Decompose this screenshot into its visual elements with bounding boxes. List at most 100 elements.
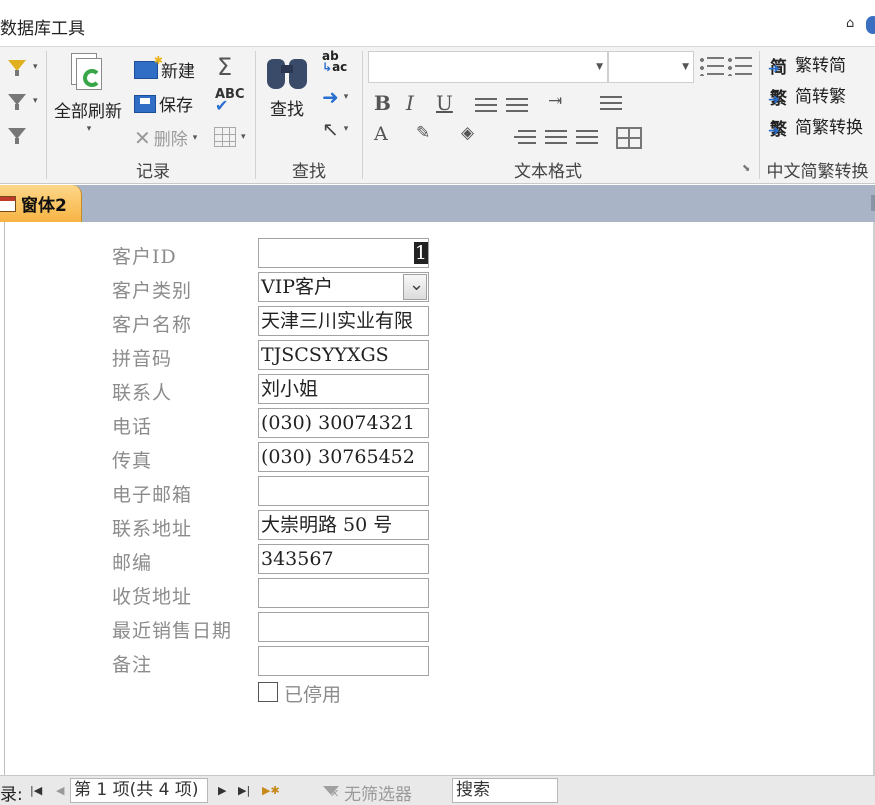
filter-button[interactable]: ▾ [6, 57, 38, 77]
text-direction-icon[interactable]: ⇥ [548, 91, 562, 111]
save-label: 保存 [159, 96, 193, 116]
last-record-icon[interactable]: ▶| [238, 784, 250, 797]
trad-to-simp-icon: 简 ➜ [768, 57, 787, 78]
label-postcode: 邮编 [112, 552, 153, 574]
delete-record-button[interactable]: ✕ 删除 ▾ [134, 125, 197, 151]
fill-color-icon[interactable]: ◈ [461, 123, 474, 143]
field-notes[interactable] [258, 646, 429, 676]
previous-record-icon[interactable]: ◀ [56, 784, 64, 797]
field-customer-id[interactable]: 1 [258, 238, 429, 268]
totals-button[interactable]: Σ [217, 53, 232, 81]
select-button[interactable]: ↖ ▾ [322, 117, 348, 141]
current-record-field[interactable]: 第 1 项(共 4 项) [70, 778, 208, 803]
refresh-icon [69, 53, 107, 95]
advanced-filter-button[interactable]: ▾ [6, 91, 38, 111]
background-color-icon[interactable] [600, 95, 622, 111]
next-record-icon[interactable]: ▶ [218, 784, 226, 797]
select-cursor-icon: ↖ [322, 117, 339, 141]
field-address[interactable]: 大崇明路 50 号 [258, 510, 429, 540]
refresh-all-button[interactable]: 全部刷新 ▾ [54, 53, 122, 134]
help-icon[interactable] [866, 16, 875, 34]
trad-to-simp-label: 繁转简 [795, 56, 846, 76]
field-customer-category[interactable]: VIP客户 [258, 272, 429, 302]
text-format-group-label: 文本格式 [514, 162, 582, 182]
document-tab-bar: 窗体2 [0, 185, 875, 222]
field-phone[interactable]: (030) 30074321 [258, 408, 429, 438]
field-customer-name[interactable]: 天津三川实业有限 [258, 306, 429, 336]
label-email: 电子邮箱 [112, 484, 193, 506]
spelling-button[interactable]: ABC ✔ [215, 87, 245, 115]
italic-button[interactable]: I [406, 91, 414, 115]
toggle-filter-button[interactable] [6, 125, 28, 145]
save-record-button[interactable]: 保存 [134, 91, 193, 116]
document-tab-title: 窗体2 [21, 196, 67, 216]
ribbon-tab-database-tools[interactable]: 数据库工具 [0, 14, 85, 39]
filter-funnel-icon [6, 57, 28, 77]
filter-status-label: 无筛选器 [344, 785, 412, 805]
delete-icon: ✕ [134, 125, 151, 150]
field-last-sale-date[interactable] [258, 612, 429, 642]
new-record-button[interactable]: 新建 [134, 54, 195, 82]
font-color-icon[interactable]: A [374, 123, 388, 145]
disabled-checkbox[interactable] [258, 682, 278, 702]
chevron-down-icon[interactable] [403, 273, 427, 300]
convert-icon: 繁 ➜ [768, 119, 787, 140]
align-center-icon[interactable] [545, 129, 567, 145]
underline-button[interactable]: U [436, 91, 453, 115]
dialog-launcher-icon[interactable]: ⬊ [742, 163, 750, 174]
numbered-list-icon[interactable] [728, 55, 752, 77]
search-input[interactable]: 搜索 [452, 778, 558, 803]
refresh-all-label: 全部刷新 [54, 102, 122, 122]
label-address: 联系地址 [112, 518, 193, 540]
field-pinyin-code[interactable]: TJSCSYYXGS [258, 340, 429, 370]
trad-to-simp-button[interactable]: 简 ➜ 繁转简 [768, 51, 846, 78]
label-fax: 传真 [112, 450, 153, 472]
new-record-label: 新建 [161, 62, 195, 82]
field-postcode[interactable]: 343567 [258, 544, 429, 574]
new-record-icon [134, 54, 163, 79]
font-name-combo[interactable]: ▼ [368, 51, 608, 83]
collapse-ribbon-icon[interactable]: ⌂ [846, 16, 854, 31]
form-icon [0, 195, 16, 212]
spelling-check-icon: ABC ✔ [215, 87, 245, 115]
advanced-filter-icon [6, 91, 28, 111]
first-record-icon[interactable]: |◀ [30, 784, 42, 797]
find-label: 查找 [270, 100, 304, 120]
goto-button[interactable]: ➜ ▾ [322, 85, 348, 109]
replace-button[interactable]: ab ↳ac [322, 50, 347, 73]
close-document-icon[interactable] [871, 195, 875, 211]
simp-to-trad-button[interactable]: 繁 ➜ 简转繁 [768, 82, 846, 109]
decrease-indent-icon[interactable] [475, 97, 497, 113]
font-size-combo[interactable]: ▼ [608, 51, 694, 83]
label-pinyin-code: 拼音码 [112, 348, 173, 370]
records-group-label: 记录 [136, 162, 170, 182]
customer-category-value: VIP客户 [261, 276, 334, 298]
simp-to-trad-label: 简转繁 [795, 87, 846, 107]
bullet-list-icon[interactable] [700, 55, 724, 77]
convert-button[interactable]: 繁 ➜ 简繁转换 [768, 113, 863, 140]
field-contact[interactable]: 刘小姐 [258, 374, 429, 404]
document-tab[interactable]: 窗体2 [0, 185, 82, 222]
label-shipping-address: 收货地址 [112, 586, 193, 608]
more-records-button[interactable]: ▾ [214, 127, 246, 147]
find-group-label: 查找 [292, 162, 326, 182]
bold-button[interactable]: B [374, 91, 391, 115]
filter-status[interactable]: 无筛选器 [322, 780, 412, 805]
no-filter-icon [322, 785, 340, 801]
customer-id-value: 1 [413, 242, 428, 264]
ribbon: ▾ ▾ 全部刷新 ▾ 新建 保存 ✕ 删除 ▾ Σ ABC✔ ▾ 记录 查找 a… [0, 46, 875, 184]
title-strip: 数据库工具 ⌂ [0, 0, 875, 46]
save-icon [134, 94, 156, 113]
record-selector[interactable] [0, 222, 5, 775]
find-button[interactable]: 查找 [266, 53, 308, 120]
align-left-icon[interactable] [514, 129, 536, 145]
simp-to-trad-icon: 繁 ➜ [768, 88, 787, 109]
highlight-icon[interactable]: ✎ [416, 123, 430, 143]
field-fax[interactable]: (030) 30765452 [258, 442, 429, 472]
field-email[interactable] [258, 476, 429, 506]
gridlines-icon[interactable] [616, 127, 642, 149]
field-shipping-address[interactable] [258, 578, 429, 608]
new-record-nav-icon[interactable]: ▶✱ [262, 784, 280, 797]
align-right-icon[interactable] [576, 129, 598, 145]
increase-indent-icon[interactable] [506, 97, 528, 113]
